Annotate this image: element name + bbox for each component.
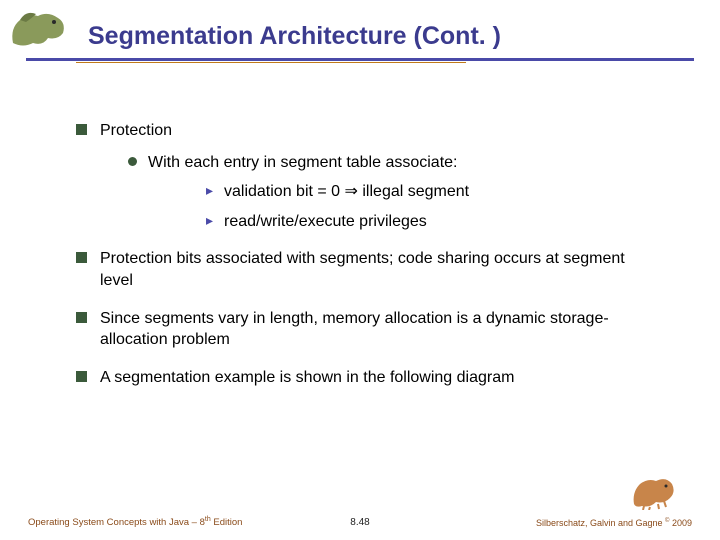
- slide-header: Segmentation Architecture (Cont. ): [0, 0, 720, 76]
- bullet-l2: With each entry in segment table associa…: [128, 152, 656, 233]
- bullet-text: Protection: [100, 122, 172, 139]
- slide-footer: Operating System Concepts with Java – 8t…: [0, 506, 720, 540]
- footer-left: Operating System Concepts with Java – 8t…: [28, 516, 242, 528]
- footer-left-suffix: Edition: [211, 517, 243, 528]
- bullet-l1: Since segments vary in length, memory al…: [76, 308, 656, 351]
- bullet-text: validation bit = 0 ⇒ illegal segment: [224, 183, 469, 200]
- title-rule: [26, 58, 694, 63]
- slide-title: Segmentation Architecture (Cont. ): [88, 22, 501, 51]
- footer-right-suffix: 2009: [669, 518, 692, 528]
- dinosaur-icon: [8, 8, 68, 48]
- footer-right-prefix: Silberschatz, Galvin and Gagne: [536, 518, 665, 528]
- bullet-l3: validation bit = 0 ⇒ illegal segment: [206, 181, 656, 203]
- bullet-text: A segmentation example is shown in the f…: [100, 369, 514, 386]
- bullet-l1: A segmentation example is shown in the f…: [76, 367, 656, 389]
- footer-left-prefix: Operating System Concepts with Java – 8: [28, 517, 205, 528]
- bullet-text: read/write/execute privileges: [224, 213, 427, 230]
- bullet-l1: Protection bits associated with segments…: [76, 248, 656, 291]
- footer-right: Silberschatz, Galvin and Gagne © 2009: [536, 518, 692, 528]
- slide-body: Protection With each entry in segment ta…: [76, 120, 656, 404]
- bullet-l1: Protection With each entry in segment ta…: [76, 120, 656, 232]
- bullet-l3: read/write/execute privileges: [206, 211, 656, 233]
- bullet-text: With each entry in segment table associa…: [148, 154, 458, 171]
- footer-page-number: 8.48: [350, 517, 369, 528]
- bullet-text: Protection bits associated with segments…: [100, 250, 625, 289]
- dinosaur-icon: [630, 474, 678, 510]
- bullet-text: Since segments vary in length, memory al…: [100, 310, 609, 349]
